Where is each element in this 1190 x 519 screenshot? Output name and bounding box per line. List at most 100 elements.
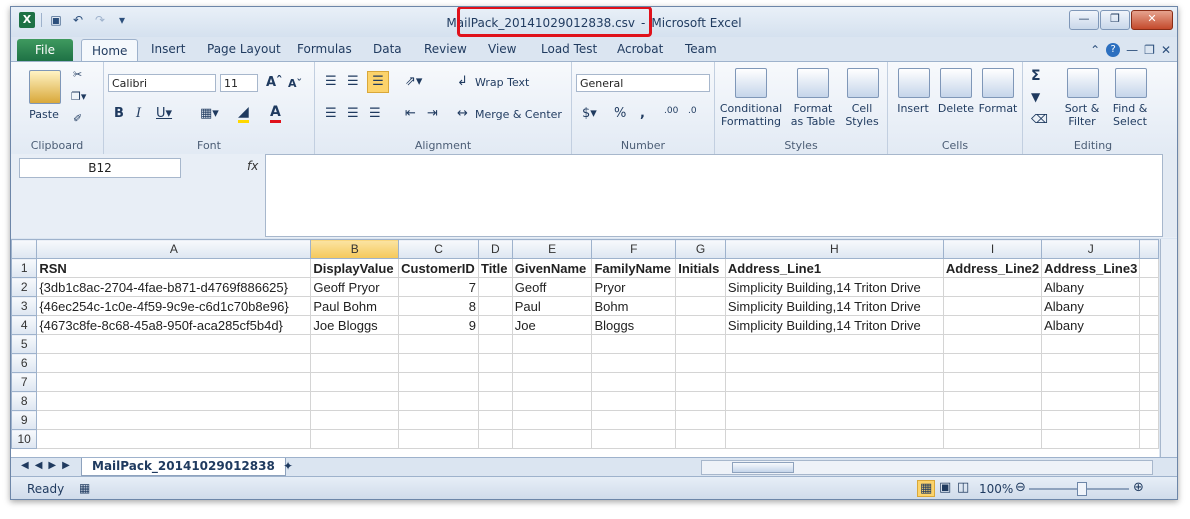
- column-header[interactable]: B: [310, 239, 400, 259]
- cell[interactable]: [398, 429, 479, 449]
- cell[interactable]: [511, 372, 593, 392]
- decrease-indent-icon[interactable]: ⇤: [405, 106, 416, 121]
- cell[interactable]: Geoff Pryor: [310, 277, 400, 297]
- tab-home[interactable]: Home: [81, 39, 139, 62]
- cell[interactable]: Address_Line3: [1041, 258, 1141, 278]
- cell[interactable]: [477, 372, 513, 392]
- cell[interactable]: [36, 353, 312, 373]
- tab-insert[interactable]: Insert: [151, 42, 185, 56]
- cell[interactable]: [511, 334, 593, 354]
- grow-font-icon[interactable]: Aˆ: [266, 75, 283, 90]
- wrap-text-label[interactable]: Wrap Text: [475, 76, 529, 89]
- cell[interactable]: [1041, 334, 1141, 354]
- cell[interactable]: CustomerID: [398, 258, 479, 278]
- align-right-icon[interactable]: ☰: [369, 106, 381, 121]
- increase-decimal-icon[interactable]: .00: [664, 106, 678, 116]
- cell[interactable]: [477, 391, 513, 411]
- zoom-level[interactable]: 100%: [979, 482, 1013, 496]
- insert-cells-label[interactable]: Insert: [890, 102, 936, 115]
- cell[interactable]: [724, 334, 944, 354]
- cell[interactable]: [675, 372, 726, 392]
- paste-button-label[interactable]: Paste: [23, 108, 65, 121]
- comma-icon[interactable]: ,: [640, 106, 645, 121]
- delete-cells-icon[interactable]: [940, 68, 972, 98]
- cell[interactable]: [36, 429, 312, 449]
- cell[interactable]: FamilyName: [591, 258, 677, 278]
- cell[interactable]: Albany: [1041, 296, 1141, 316]
- cell[interactable]: [36, 410, 312, 430]
- sort-filter-label[interactable]: Sort & Filter: [1059, 102, 1105, 128]
- column-header[interactable]: G: [675, 239, 726, 259]
- cell[interactable]: 8: [398, 296, 479, 316]
- cell[interactable]: [36, 334, 312, 354]
- row-header[interactable]: 8: [11, 391, 38, 411]
- tab-acrobat[interactable]: Acrobat: [617, 42, 663, 56]
- cell[interactable]: [724, 372, 944, 392]
- tab-review[interactable]: Review: [424, 42, 467, 56]
- cell[interactable]: GivenName: [511, 258, 593, 278]
- tab-page-layout[interactable]: Page Layout: [207, 42, 281, 56]
- row-header[interactable]: 1: [11, 258, 38, 278]
- cell[interactable]: [1041, 391, 1141, 411]
- zoom-out-icon[interactable]: ⊖: [1015, 480, 1026, 495]
- cell[interactable]: [942, 410, 1043, 430]
- cell[interactable]: [675, 334, 726, 354]
- increase-indent-icon[interactable]: ⇥: [427, 106, 438, 121]
- cell[interactable]: [477, 429, 513, 449]
- row-header[interactable]: 9: [11, 410, 38, 430]
- workbook-minimize-icon[interactable]: —: [1126, 43, 1138, 57]
- cell[interactable]: Joe Bloggs: [310, 315, 400, 335]
- cell[interactable]: Joe: [511, 315, 593, 335]
- page-break-view-icon[interactable]: ◫: [957, 480, 969, 495]
- cell[interactable]: [310, 353, 400, 373]
- cell[interactable]: Albany: [1041, 315, 1141, 335]
- cell[interactable]: Simplicity Building,14 Triton Drive: [724, 315, 944, 335]
- cell[interactable]: [477, 334, 513, 354]
- cell[interactable]: [675, 315, 726, 335]
- cell[interactable]: RSN: [36, 258, 312, 278]
- cell[interactable]: [477, 315, 513, 335]
- cell[interactable]: Paul: [511, 296, 593, 316]
- normal-view-icon[interactable]: ▦: [917, 480, 936, 497]
- fill-color-icon[interactable]: ◢: [238, 104, 249, 123]
- format-as-table-icon[interactable]: [797, 68, 829, 98]
- autosum-icon[interactable]: Σ: [1031, 68, 1041, 84]
- restore-button[interactable]: ❐: [1100, 10, 1130, 30]
- cell[interactable]: {3db1c8ac-2704-4fae-b871-d4769f886625}: [36, 277, 312, 297]
- cell[interactable]: [1139, 334, 1159, 354]
- cell[interactable]: [511, 410, 593, 430]
- minimize-button[interactable]: —: [1069, 10, 1099, 30]
- cell[interactable]: [1139, 429, 1159, 449]
- column-header[interactable]: E: [511, 239, 593, 259]
- column-header[interactable]: F: [591, 239, 677, 259]
- shrink-font-icon[interactable]: Aˇ: [288, 77, 302, 90]
- tab-view[interactable]: View: [488, 42, 516, 56]
- cell[interactable]: [477, 277, 513, 297]
- cell[interactable]: [398, 391, 479, 411]
- delete-cells-label[interactable]: Delete: [934, 102, 978, 115]
- cell[interactable]: Bloggs: [591, 315, 677, 335]
- sheet-tab[interactable]: MailPack_20141029012838: [81, 458, 286, 476]
- close-button[interactable]: ✕: [1131, 10, 1173, 30]
- cell-styles-icon[interactable]: [847, 68, 879, 98]
- tab-file[interactable]: File: [17, 39, 73, 61]
- find-select-icon[interactable]: [1115, 68, 1147, 98]
- cell[interactable]: [942, 372, 1043, 392]
- cell[interactable]: [724, 353, 944, 373]
- cell[interactable]: [724, 429, 944, 449]
- merge-center-label[interactable]: Merge & Center: [475, 108, 562, 121]
- cell[interactable]: DisplayValue: [310, 258, 400, 278]
- workbook-restore-icon[interactable]: ❐: [1144, 43, 1155, 57]
- cell[interactable]: [36, 372, 312, 392]
- cell[interactable]: [310, 391, 400, 411]
- cell[interactable]: Pryor: [591, 277, 677, 297]
- copy-icon[interactable]: ❐▾: [71, 90, 86, 103]
- column-header[interactable]: D: [477, 239, 513, 259]
- cell[interactable]: Geoff: [511, 277, 593, 297]
- cell[interactable]: Simplicity Building,14 Triton Drive: [724, 296, 944, 316]
- row-header[interactable]: 7: [11, 372, 38, 392]
- merge-center-icon[interactable]: ↔: [457, 106, 468, 121]
- cell[interactable]: [310, 429, 400, 449]
- horizontal-scrollbar[interactable]: [701, 460, 1153, 475]
- horizontal-scroll-thumb[interactable]: [732, 462, 794, 473]
